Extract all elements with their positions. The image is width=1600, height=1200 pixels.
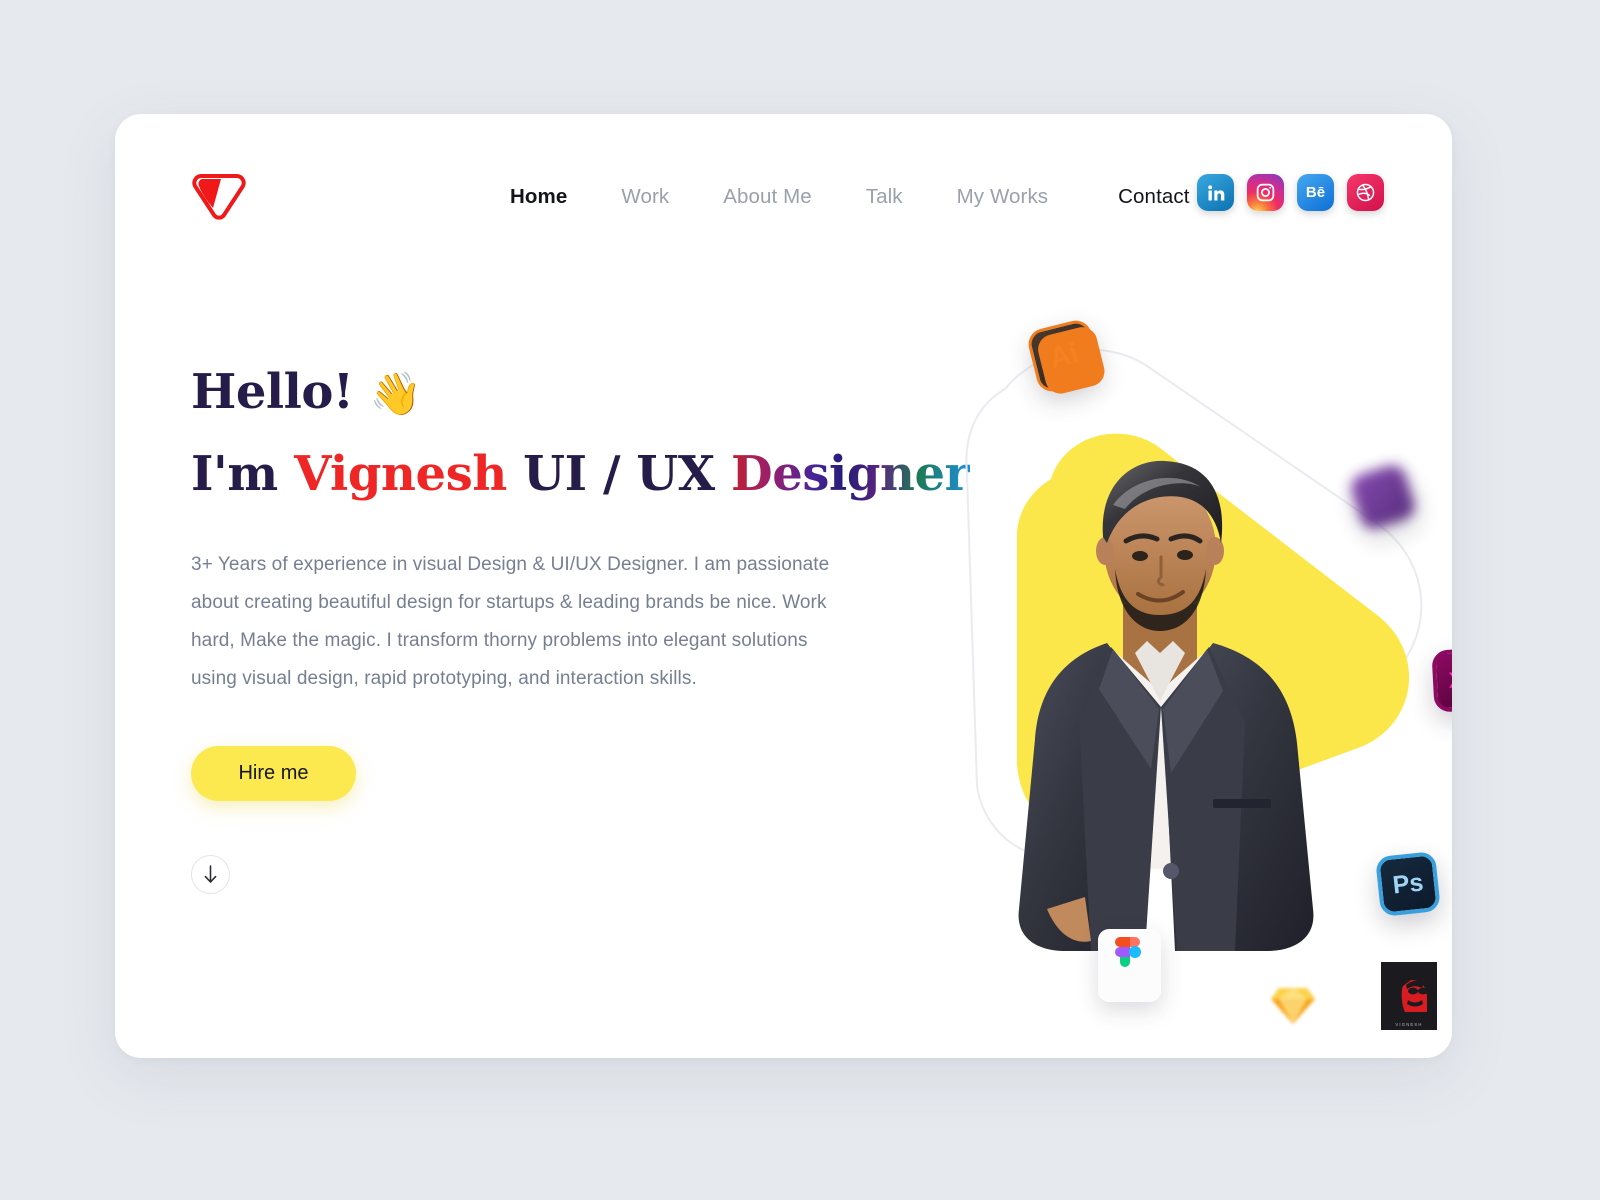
greeting-text: Hello!: [191, 364, 354, 420]
linkedin-icon[interactable]: [1197, 174, 1234, 211]
hero-description: 3+ Years of experience in visual Design …: [191, 554, 830, 689]
ps-label: Ps: [1391, 867, 1425, 900]
vignesh-badge: VIGNESH: [1381, 962, 1437, 1030]
title-mid: UI / UX: [506, 446, 732, 502]
nav-item-about-me[interactable]: About Me: [723, 177, 812, 217]
main-navigation: Home Work About Me Talk My Works Contact: [484, 176, 1210, 218]
instagram-icon[interactable]: [1247, 174, 1284, 211]
nav-label-talk: Talk: [865, 185, 903, 208]
adobe-xd-icon[interactable]: XD: [1431, 647, 1452, 713]
badge-portrait-illustration: [1381, 964, 1437, 1020]
hero-greeting: Hello! 👋: [191, 368, 851, 416]
title-prefix: I'm: [191, 446, 295, 502]
behance-icon[interactable]: Bē: [1297, 174, 1334, 211]
hire-me-button[interactable]: Hire me: [191, 746, 356, 801]
nav-item-my-works[interactable]: My Works: [957, 177, 1049, 217]
badge-name-label: VIGNESH: [1395, 1022, 1423, 1027]
behance-label: Bē: [1305, 184, 1326, 201]
nav-label-about-me: About Me: [723, 185, 812, 208]
sketch-icon[interactable]: [1269, 984, 1317, 1026]
nav-item-work[interactable]: Work: [621, 177, 669, 217]
hero-title: I'm Vignesh UI / UX Designer: [191, 450, 970, 498]
nav-active-underline: [484, 208, 594, 215]
portrait-photo: [995, 439, 1325, 959]
site-header: Home Work About Me Talk My Works Contact: [115, 114, 1452, 274]
hero-content: Hello! 👋 I'm Vignesh UI / UX Designer 3+…: [191, 368, 970, 894]
nav-item-talk[interactable]: Talk: [866, 177, 903, 217]
hero-artwork: Ai XD Ps: [855, 294, 1452, 1054]
ai-label: Ai: [1046, 337, 1082, 374]
nav-label-home: Home: [510, 185, 568, 208]
nav-label-work: Work: [621, 185, 670, 208]
xd-label: XD: [1448, 666, 1452, 693]
adobe-photoshop-icon[interactable]: Ps: [1375, 851, 1441, 917]
portfolio-card: Home Work About Me Talk My Works Contact: [115, 114, 1452, 1058]
arrow-down-icon: [204, 865, 217, 883]
figma-icon[interactable]: [1098, 929, 1161, 1002]
scroll-down-button[interactable]: [191, 855, 230, 894]
title-name: Vignesh: [294, 446, 507, 502]
waving-hand-icon: 👋: [369, 369, 422, 418]
nav-item-home[interactable]: Home: [484, 177, 594, 217]
vignesh-logo[interactable]: [191, 170, 247, 222]
nav-label-my-works: My Works: [956, 185, 1049, 208]
social-links: Bē: [1197, 174, 1384, 211]
nav-label-contact: Contact: [1118, 185, 1190, 208]
nav-item-contact[interactable]: Contact: [1098, 176, 1210, 218]
dribbble-icon[interactable]: [1347, 174, 1384, 211]
